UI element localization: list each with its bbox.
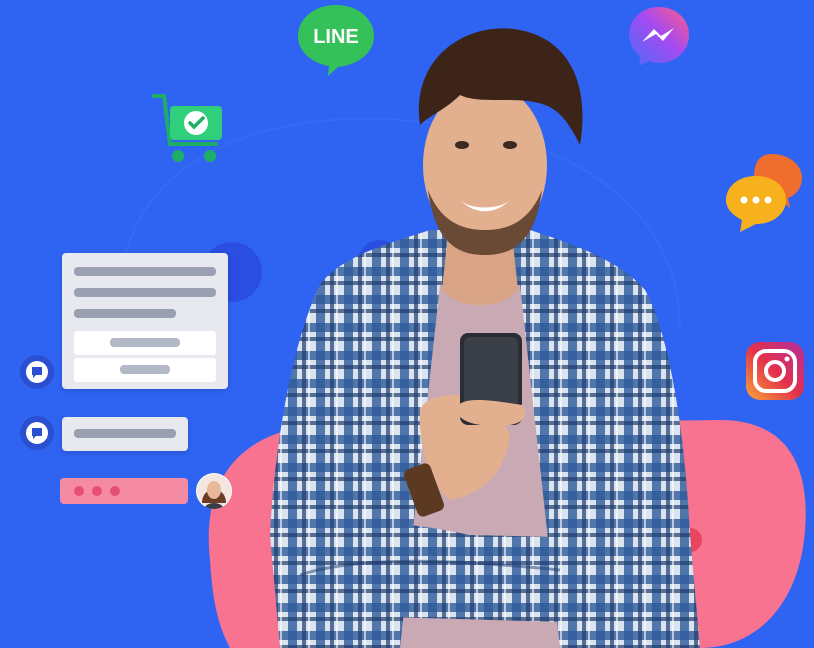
bot-avatar-icon (20, 416, 54, 450)
bot-message-bubble (62, 417, 188, 451)
option-button (74, 331, 216, 355)
hero-illustration: LINE (0, 0, 814, 648)
chat-form-card (62, 253, 228, 389)
text-line (74, 288, 216, 297)
typing-dots-icon (60, 478, 188, 504)
bot-avatar-icon (20, 355, 54, 389)
user-avatar-icon (196, 473, 232, 509)
text-line (74, 267, 216, 276)
line-chat-icon: LINE (298, 5, 374, 76)
shopping-cart-check-icon (152, 94, 222, 162)
person-holding-phone (270, 28, 700, 648)
chat-bubbles-icon (726, 154, 802, 232)
instagram-icon (746, 342, 804, 400)
text-line (74, 309, 176, 318)
option-button (74, 358, 216, 382)
messenger-icon (629, 7, 689, 66)
line-label: LINE (313, 26, 359, 48)
text-line (74, 429, 176, 438)
